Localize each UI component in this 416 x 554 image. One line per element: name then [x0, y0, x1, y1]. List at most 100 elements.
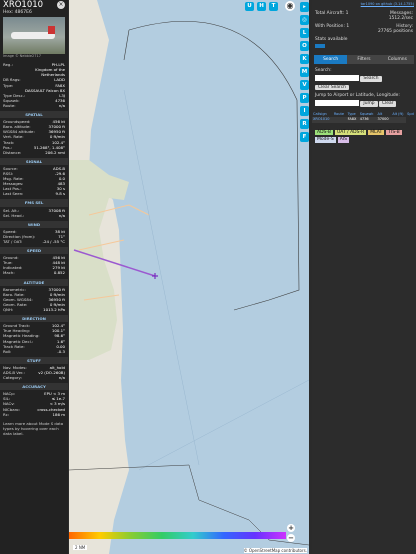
side-button-m[interactable]: M [300, 67, 309, 77]
column-header[interactable]: Spd [406, 112, 416, 118]
expand-icon[interactable]: ▸ [300, 2, 309, 12]
info-row: Mach: 0.852 [0, 270, 68, 275]
info-row: Distance: 206.2 nmi [0, 150, 68, 155]
zoom-out-button[interactable]: − [287, 534, 295, 542]
side-button-r[interactable]: R [300, 119, 309, 129]
info-value: 0.852 [53, 270, 65, 276]
aircraft-table: Callsign Route Type Squawk Alt Alt (ft) Spd XR… [312, 112, 416, 123]
total-label: Total Aircraft: [315, 10, 345, 16]
info-row: Category: n/a [0, 375, 68, 380]
section-title: DIRECTION [0, 315, 68, 323]
altitude-legend[interactable] [69, 532, 286, 539]
map-button-u[interactable]: U [245, 2, 254, 11]
reg-label: Reg.: [3, 62, 13, 68]
table-cell [391, 117, 406, 123]
tab-columns[interactable]: Columns [381, 55, 414, 65]
info-value: -24 / -55 °C [42, 239, 65, 244]
map[interactable]: U H T ◉ + − 2 NM © OpenStreetMap contrib… [69, 0, 309, 554]
tab-filters[interactable]: Filters [347, 55, 380, 65]
source-legend: ADS-B UAT / ADS-R MLAT TIS-B Mode-S AIS [312, 129, 416, 144]
history-value: 27765 positions [377, 29, 413, 34]
side-button-i[interactable]: I [300, 106, 309, 116]
aircraft-photo[interactable] [3, 17, 65, 55]
clear-jump-button[interactable]: Clear [378, 101, 397, 107]
map-button-h[interactable]: H [257, 2, 266, 11]
search-input[interactable] [315, 74, 359, 81]
info-label: Mach: [3, 270, 15, 276]
info-value: 186 m [52, 411, 65, 417]
map-button-t[interactable]: T [269, 2, 278, 11]
info-row: Sel. Head.: n/a [0, 213, 68, 218]
footer-text: Learn more about Mode S data types by ho… [3, 420, 64, 436]
jump-input[interactable] [315, 99, 359, 106]
info-label: Roll: [3, 348, 12, 354]
route-label: Route: [3, 102, 16, 108]
chip-uat[interactable]: UAT / ADS-R [334, 129, 367, 135]
section-title: ALTITUDE [0, 278, 68, 286]
info-value: -0.3 [57, 348, 65, 354]
info-value: n/a [58, 212, 65, 218]
info-value: n/a [58, 375, 65, 381]
section-title: FMS SEL [0, 199, 68, 207]
info-value: 206.2 nmi [45, 149, 65, 155]
side-button-f[interactable]: F [300, 132, 309, 142]
route-value: n/a [58, 102, 65, 108]
info-sections: SPATIAL Groundspeed: 456 kt Baro. altitude:… [0, 111, 68, 417]
tab-search[interactable]: Search [314, 54, 348, 64]
section-title: SIGNAL [0, 157, 68, 165]
table-row[interactable]: XRO1010 FA8X 4736 37000 [312, 117, 416, 123]
type-label: Type: [3, 82, 14, 88]
chip-tisb[interactable]: TIS-B [386, 129, 402, 135]
section-title: SPEED [0, 247, 68, 255]
layers-icon[interactable]: ◎ [300, 15, 309, 25]
pos-label: With Position: [315, 23, 345, 29]
table-cell [333, 117, 347, 123]
search-label: Search: [315, 68, 332, 73]
side-button-p[interactable]: P [300, 93, 309, 103]
chip-ais[interactable]: AIS [337, 137, 350, 143]
side-button-l[interactable]: L [300, 28, 309, 38]
table-cell: 4736 [359, 117, 369, 121]
callsign-title: XRO1010 [3, 0, 44, 10]
info-value: 9.8 s [55, 191, 65, 197]
side-button-v[interactable]: V [300, 80, 309, 90]
messages-value: 1512.2/sec [388, 16, 413, 21]
chip-modes[interactable]: Mode-S [315, 137, 336, 143]
side-button-k[interactable]: K [300, 54, 309, 64]
search-button[interactable]: Search [360, 76, 382, 82]
aircraft-marker[interactable] [152, 273, 158, 279]
stats-toggle[interactable] [315, 44, 325, 48]
section-title: ACCURACY [0, 383, 68, 391]
section-title: SPATIAL [0, 111, 68, 119]
jump-button[interactable]: Jump [360, 101, 378, 107]
map-scale: 2 NM [73, 545, 88, 550]
photo-credit: Image © Nebbie2717 [3, 54, 41, 59]
close-icon[interactable]: × [57, 1, 65, 9]
hex-label: Hex: 4867E6 [3, 10, 32, 15]
side-toolbar: ▸ ◎ LOKMVPIRF [300, 2, 310, 145]
clear-search-button[interactable]: Clear Search [315, 84, 349, 90]
country: Kingdom of the Netherlands [35, 67, 65, 78]
side-button-o[interactable]: O [300, 41, 309, 51]
map-canvas [69, 0, 309, 554]
info-label: Last Seen: [3, 191, 24, 197]
info-row: Last Seen: 9.8 s [0, 191, 68, 196]
chip-adsb[interactable]: ADS-B [315, 129, 333, 135]
info-label: Distance: [3, 149, 22, 155]
info-label: Rc: [3, 411, 10, 417]
section-title: STUFF [0, 356, 68, 364]
info-label: Category: [3, 375, 22, 381]
total-value: 1 [345, 10, 349, 16]
aircraft-info-panel: XRO1010 × Hex: 4867E6 Image © Nebbie2717… [0, 0, 68, 554]
version-link[interactable]: tar1090 on github (3.14.1755) [361, 2, 414, 6]
chip-mlat[interactable]: MLAT [368, 129, 385, 135]
pos-value: 1 [346, 23, 350, 29]
info-label: Sel. Head.: [3, 212, 25, 218]
settings-icon[interactable]: ◉ [285, 1, 295, 11]
info-value: 1013.2 hPa [43, 307, 65, 313]
info-label: QNH: [3, 307, 14, 313]
osm-credit: © OpenStreetMap contributors. [243, 548, 307, 553]
info-row: QNH: 1013.2 hPa [0, 307, 68, 312]
info-row: TAT / OAT: -24 / -55 °C [0, 239, 68, 244]
zoom-in-button[interactable]: + [287, 524, 295, 532]
